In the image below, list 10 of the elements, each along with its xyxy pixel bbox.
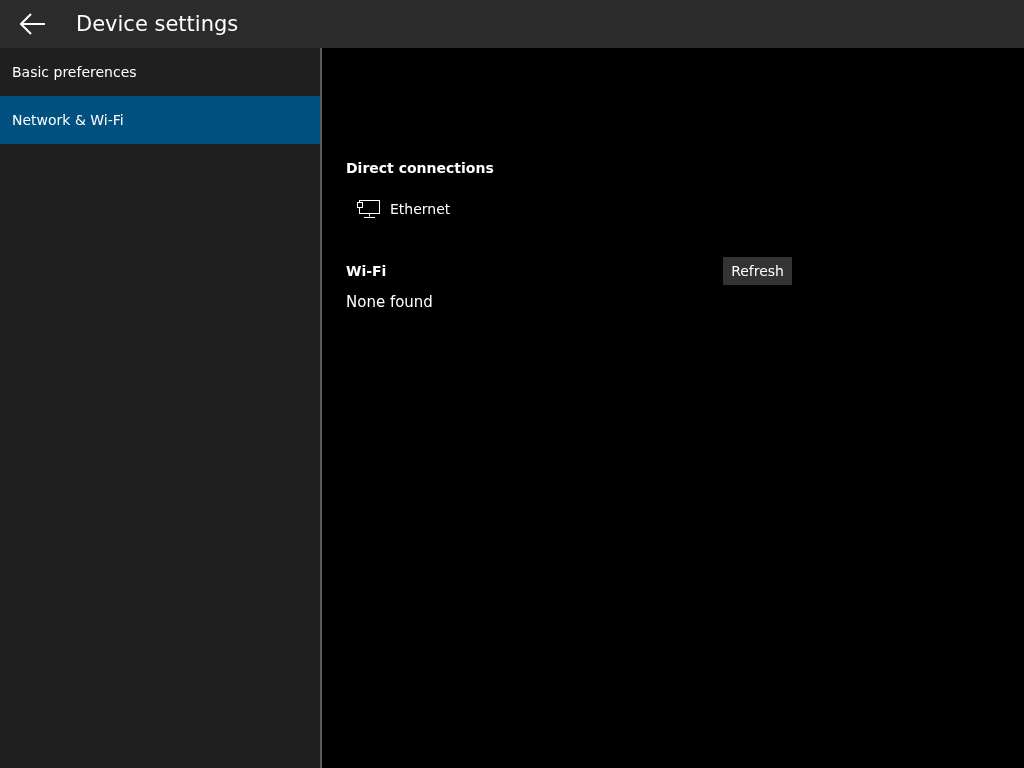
refresh-button[interactable]: Refresh [723, 257, 792, 285]
monitor-icon [356, 199, 380, 219]
back-arrow-icon [20, 13, 46, 35]
sidebar-item[interactable]: Basic preferences [0, 48, 320, 96]
section-heading: Wi-Fi [346, 263, 387, 279]
page-title: Device settings [76, 12, 239, 36]
wifi-status: None found [346, 293, 434, 311]
section-heading: Direct connections [346, 160, 494, 176]
connection-label[interactable]: Ethernet [390, 201, 451, 217]
sidebar-item[interactable]: Network & Wi-Fi [0, 96, 320, 144]
